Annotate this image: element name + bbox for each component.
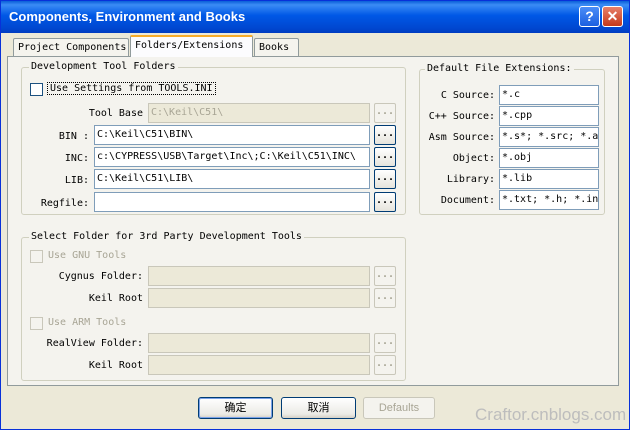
cygnus-folder-input[interactable]	[148, 266, 370, 286]
c-source-input[interactable]: *.c	[499, 85, 599, 105]
ok-button[interactable]: 确定	[198, 397, 273, 419]
object-input[interactable]: *.obj	[499, 148, 599, 168]
realview-browse-button[interactable]: ...	[374, 333, 396, 353]
tool-base-label: Tool Base	[88, 108, 143, 119]
asm-source-label: Asm Source:	[428, 132, 495, 143]
asm-source-input[interactable]: *.s*; *.src; *.a	[499, 127, 599, 147]
use-arm-tools-label: Use ARM Tools	[48, 317, 127, 328]
window-title: Components, Environment and Books	[9, 9, 246, 24]
gnu-keil-root-label: Keil Root	[88, 293, 143, 304]
c-source-label: C Source:	[440, 90, 495, 101]
regfile-browse-button[interactable]: ...	[374, 192, 396, 212]
tool-base-input[interactable]: C:\Keil\C51\	[148, 103, 370, 123]
defaults-button[interactable]: Defaults	[363, 397, 435, 419]
tab-folders-extensions[interactable]: Folders/Extensions	[130, 35, 253, 57]
tab-project-components[interactable]: Project Components	[13, 38, 129, 57]
document-label: Document:	[440, 195, 495, 206]
use-arm-tools-checkbox[interactable]	[30, 317, 43, 330]
arm-keil-root-input[interactable]	[148, 355, 370, 375]
cpp-source-label: C++ Source:	[428, 111, 495, 122]
library-input[interactable]: *.lib	[499, 169, 599, 189]
use-tools-ini-checkbox[interactable]	[30, 83, 43, 96]
cancel-button[interactable]: 取消	[281, 397, 356, 419]
third-party-legend: Select Folder for 3rd Party Development …	[29, 231, 304, 242]
use-gnu-tools-label: Use GNU Tools	[48, 250, 127, 261]
use-gnu-tools-checkbox[interactable]	[30, 250, 43, 263]
cygnus-browse-button[interactable]: ...	[374, 266, 396, 286]
inc-label: INC:	[64, 153, 89, 164]
realview-folder-input[interactable]	[148, 333, 370, 353]
dialog-window: Components, Environment and Books ? ✕ Pr…	[0, 0, 630, 430]
inc-browse-button[interactable]: ...	[374, 147, 396, 167]
title-bar[interactable]: Components, Environment and Books ? ✕	[1, 1, 629, 33]
watermark-text: Craftor.cnblogs.com	[475, 405, 627, 424]
document-input[interactable]: *.txt; *.h; *.in	[499, 190, 599, 210]
object-label: Object:	[452, 153, 495, 164]
arm-keil-root-browse-button[interactable]: ...	[374, 355, 396, 375]
lib-browse-button[interactable]: ...	[374, 169, 396, 189]
bin-browse-button[interactable]: ...	[374, 125, 396, 145]
regfile-input[interactable]	[94, 192, 370, 212]
realview-folder-label: RealView Folder:	[46, 338, 143, 349]
file-extensions-legend: Default File Extensions:	[425, 63, 574, 74]
dev-tool-folders-legend: Development Tool Folders	[29, 61, 178, 72]
tool-base-browse-button[interactable]: ...	[374, 103, 396, 123]
bin-input[interactable]: C:\Keil\C51\BIN\	[94, 125, 370, 145]
library-label: Library:	[446, 174, 495, 185]
gnu-keil-root-input[interactable]	[148, 288, 370, 308]
cygnus-folder-label: Cygnus Folder:	[58, 271, 143, 282]
cpp-source-input[interactable]: *.cpp	[499, 106, 599, 126]
regfile-label: Regfile:	[40, 198, 89, 209]
close-button[interactable]: ✕	[602, 6, 623, 27]
tab-books[interactable]: Books	[254, 38, 299, 57]
gnu-keil-root-browse-button[interactable]: ...	[374, 288, 396, 308]
lib-label: LIB:	[64, 175, 89, 186]
lib-input[interactable]: C:\Keil\C51\LIB\	[94, 169, 370, 189]
bin-label: BIN :	[58, 131, 89, 142]
help-button[interactable]: ?	[579, 6, 600, 27]
use-tools-ini-label: Use Settings from TOOLS.INI	[47, 82, 216, 95]
inc-input[interactable]: c:\CYPRESS\USB\Target\Inc\;C:\Keil\C51\I…	[94, 147, 370, 167]
arm-keil-root-label: Keil Root	[88, 360, 143, 371]
